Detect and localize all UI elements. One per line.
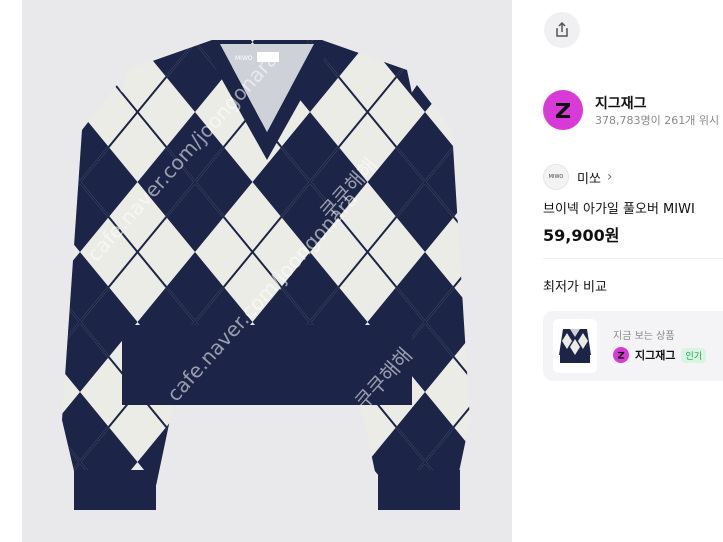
brand-link[interactable]: MIWO 미쏘 ›: [543, 164, 613, 190]
share-button[interactable]: [544, 12, 580, 48]
brand-name: 미쏘: [577, 171, 601, 187]
compare-seller: 지그재그 인기: [613, 347, 707, 363]
zigzag-logo-icon: [543, 90, 583, 130]
brand-logo: MIWO: [543, 164, 569, 190]
chevron-right-icon: ›: [606, 169, 613, 185]
price-compare-card[interactable]: 지금 보는 상품 지그재그 인기: [543, 311, 723, 381]
price-compare-title: 최저가 비교: [543, 280, 607, 295]
seller-stats: 378,783명이 261개 위시: [595, 114, 720, 127]
divider: [543, 258, 723, 259]
page-left-margin: [0, 0, 22, 542]
share-icon: [556, 22, 568, 37]
product-price: 59,900원: [543, 226, 620, 245]
product-photo[interactable]: MIWO cafe.naver.com/joongonara 쿠쿠해해 cafe…: [22, 0, 512, 542]
product-title: 브이넥 아가일 풀오버 MIWI: [543, 202, 695, 217]
seller-name: 지그재그: [595, 96, 647, 112]
popular-badge: 인기: [681, 347, 707, 363]
neck-label-text: MIWO: [235, 55, 253, 62]
compare-seller-name: 지그재그: [635, 349, 676, 362]
zigzag-mini-logo-icon: [613, 347, 629, 363]
current-product-label: 지금 보는 상품: [613, 331, 675, 342]
product-info-panel: [512, 0, 723, 542]
argyle-sweater-image: MIWO: [62, 40, 470, 510]
product-thumbnail: [553, 319, 597, 373]
